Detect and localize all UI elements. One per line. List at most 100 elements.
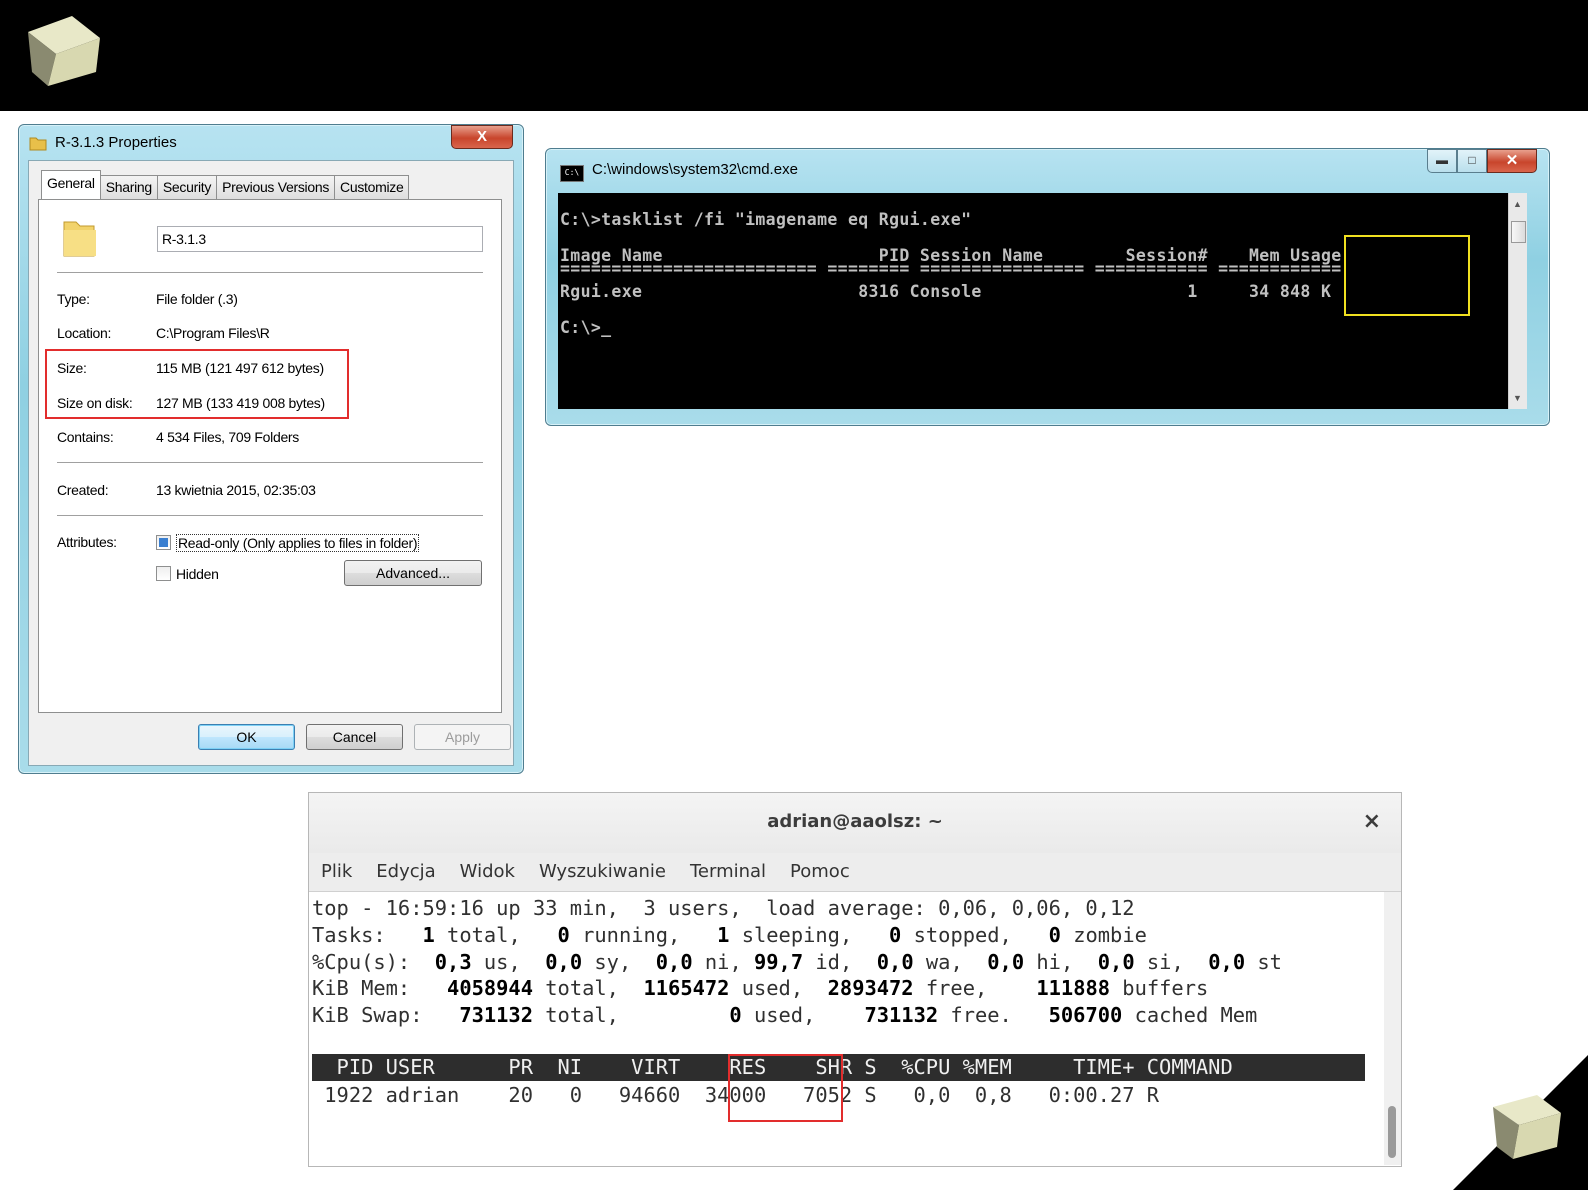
hidden-label[interactable]: Hidden — [176, 566, 219, 582]
cpu-segment: st — [1245, 950, 1282, 974]
ok-button[interactable]: OK — [198, 724, 295, 750]
cmd-window: C:\ C:\windows\system32\cmd.exe ▬ □ ✕ C:… — [545, 148, 1550, 426]
mem-segment: 4058944 — [422, 976, 533, 1000]
readonly-checkbox[interactable] — [156, 535, 171, 550]
menu-pomoc[interactable]: Pomoc — [778, 853, 862, 891]
tab-sharing[interactable]: Sharing — [99, 175, 158, 201]
menu-wyszukiwanie[interactable]: Wyszukiwanie — [527, 853, 678, 891]
mem-segment: 1165472 — [631, 976, 730, 1000]
advanced-button[interactable]: Advanced... — [344, 560, 482, 586]
tasks-line: Tasks: 1 total, 0 running, 1 sleeping, 0… — [312, 923, 1147, 947]
maximize-button[interactable]: □ — [1457, 149, 1487, 173]
caption-buttons: ▬ □ ✕ — [1427, 149, 1537, 173]
cpu-segment: ni, — [692, 950, 754, 974]
tasks-segment: 0 — [1024, 923, 1061, 947]
cpu-segment: sy, — [582, 950, 644, 974]
console-line: C:\>_ — [560, 318, 612, 337]
mem-segment: buffers — [1110, 976, 1209, 1000]
tasks-segment: total, — [434, 923, 533, 947]
cpu-segment: 0,0 — [864, 950, 914, 974]
cpu-segment: 0,0 — [643, 950, 693, 974]
readonly-label[interactable]: Read-only (Only applies to files in fold… — [176, 534, 420, 552]
cpu-segment: id, — [803, 950, 865, 974]
console-scrollbar[interactable]: ▲ ▼ — [1508, 193, 1527, 409]
separator — [57, 462, 483, 463]
mem-segment: total, — [533, 976, 632, 1000]
tasks-segment: 1 — [692, 923, 730, 947]
cpu-segment: 0,0 — [1085, 950, 1135, 974]
minimize-button[interactable]: ▬ — [1427, 149, 1457, 173]
mem-segment: 111888 — [999, 976, 1111, 1000]
contains-value: 4 534 Files, 709 Folders — [156, 429, 299, 445]
cpu-segment: 0,3 — [422, 950, 472, 974]
cmd-title: C:\windows\system32\cmd.exe — [592, 161, 798, 178]
large-folder-icon — [63, 221, 96, 257]
close-button[interactable]: X — [451, 125, 513, 149]
tab-strip: General Sharing Security Previous Versio… — [41, 170, 410, 202]
title-band — [0, 0, 1588, 111]
corner-decoration — [1453, 1055, 1588, 1190]
menu-terminal[interactable]: Terminal — [678, 853, 778, 891]
tasks-segment: running, — [569, 923, 693, 947]
hidden-checkbox[interactable] — [156, 566, 171, 581]
terminal-window: adrian@aaolsz: ~ × Plik Edycja Widok Wys… — [308, 792, 1402, 1167]
properties-dialog: R-3.1.3 Properties X General Sharing Sec… — [18, 124, 524, 774]
cpu-segment: wa, — [913, 950, 975, 974]
mem-segment: free, — [913, 976, 1000, 1000]
scroll-thumb[interactable] — [1511, 221, 1526, 243]
cube-logo — [28, 16, 100, 86]
cpu-segment: 0,0 — [975, 950, 1025, 974]
general-tab-panel: R-3.1.3 Type: File folder (.3) Location:… — [38, 199, 502, 713]
menu-plik[interactable]: Plik — [309, 853, 364, 891]
swap-segment: 731132 — [434, 1003, 533, 1027]
scroll-up-icon[interactable]: ▲ — [1513, 199, 1522, 209]
folder-icon — [29, 137, 47, 151]
cpu-segment: 99,7 — [754, 950, 804, 974]
swap-line: KiB Swap: 731132 total, 0 used, 731132 f… — [312, 1003, 1257, 1027]
console-line: Rgui.exe 8316 Console 1 34 848 K — [560, 282, 1332, 301]
tab-previous-versions[interactable]: Previous Versions — [216, 175, 336, 201]
cpu-line: %Cpu(s): 0,3 us, 0,0 sy, 0,0 ni, 99,7 id… — [312, 950, 1282, 974]
apply-button[interactable]: Apply — [414, 724, 511, 750]
maximize-icon: □ — [1468, 153, 1476, 167]
cpu-segment: 0,0 — [533, 950, 583, 974]
console-output[interactable]: C:\>tasklist /fi "imagename eq Rgui.exe"… — [558, 193, 1508, 409]
top-summary-line: top - 16:59:16 up 33 min, 3 users, load … — [312, 896, 1135, 920]
tasks-segment: Tasks: — [312, 923, 398, 947]
type-value: File folder (.3) — [156, 291, 238, 307]
mem-line: KiB Mem: 4058944 total, 1165472 used, 28… — [312, 976, 1208, 1000]
tab-general[interactable]: General — [41, 170, 101, 202]
swap-segment: KiB Swap: — [312, 1003, 435, 1027]
tab-security[interactable]: Security — [156, 175, 218, 201]
mem-segment: KiB Mem: — [312, 976, 423, 1000]
dialog-title: R-3.1.3 Properties — [55, 134, 177, 151]
swap-segment: cached Mem — [1122, 1003, 1258, 1027]
close-icon: ✕ — [1505, 152, 1519, 169]
menu-widok[interactable]: Widok — [448, 853, 527, 891]
cancel-button[interactable]: Cancel — [306, 724, 403, 750]
terminal-output[interactable]: top - 16:59:16 up 33 min, 3 users, load … — [309, 892, 1384, 1165]
folder-name-field[interactable]: R-3.1.3 — [157, 226, 483, 252]
cpu-segment: hi, — [1024, 950, 1086, 974]
dialog-body: General Sharing Security Previous Versio… — [28, 160, 514, 766]
menu-edycja[interactable]: Edycja — [364, 853, 447, 891]
contains-label: Contains: — [57, 429, 114, 445]
cmd-app-icon: C:\ — [560, 165, 584, 182]
scroll-down-icon[interactable]: ▼ — [1513, 393, 1522, 403]
separator — [57, 272, 483, 273]
terminal-scroll-thumb[interactable] — [1388, 1106, 1396, 1158]
terminal-scrollbar[interactable] — [1384, 892, 1401, 1165]
tasks-segment: 1 — [397, 923, 435, 947]
cmd-close-button[interactable]: ✕ — [1487, 149, 1537, 173]
terminal-close-icon[interactable]: × — [1363, 809, 1381, 834]
swap-segment: 506700 — [1024, 1003, 1123, 1027]
tasks-segment: 0 — [864, 923, 902, 947]
created-value: 13 kwietnia 2015, 02:35:03 — [156, 482, 316, 498]
location-value: C:\Program Files\R — [156, 325, 270, 341]
cpu-segment: %Cpu(s): — [312, 950, 423, 974]
mem-usage-highlight-box — [1344, 235, 1470, 316]
console-line: C:\>tasklist /fi "imagename eq Rgui.exe" — [560, 210, 972, 229]
tasks-segment: sleeping, — [729, 923, 865, 947]
created-label: Created: — [57, 482, 109, 498]
tab-customize[interactable]: Customize — [334, 175, 410, 201]
